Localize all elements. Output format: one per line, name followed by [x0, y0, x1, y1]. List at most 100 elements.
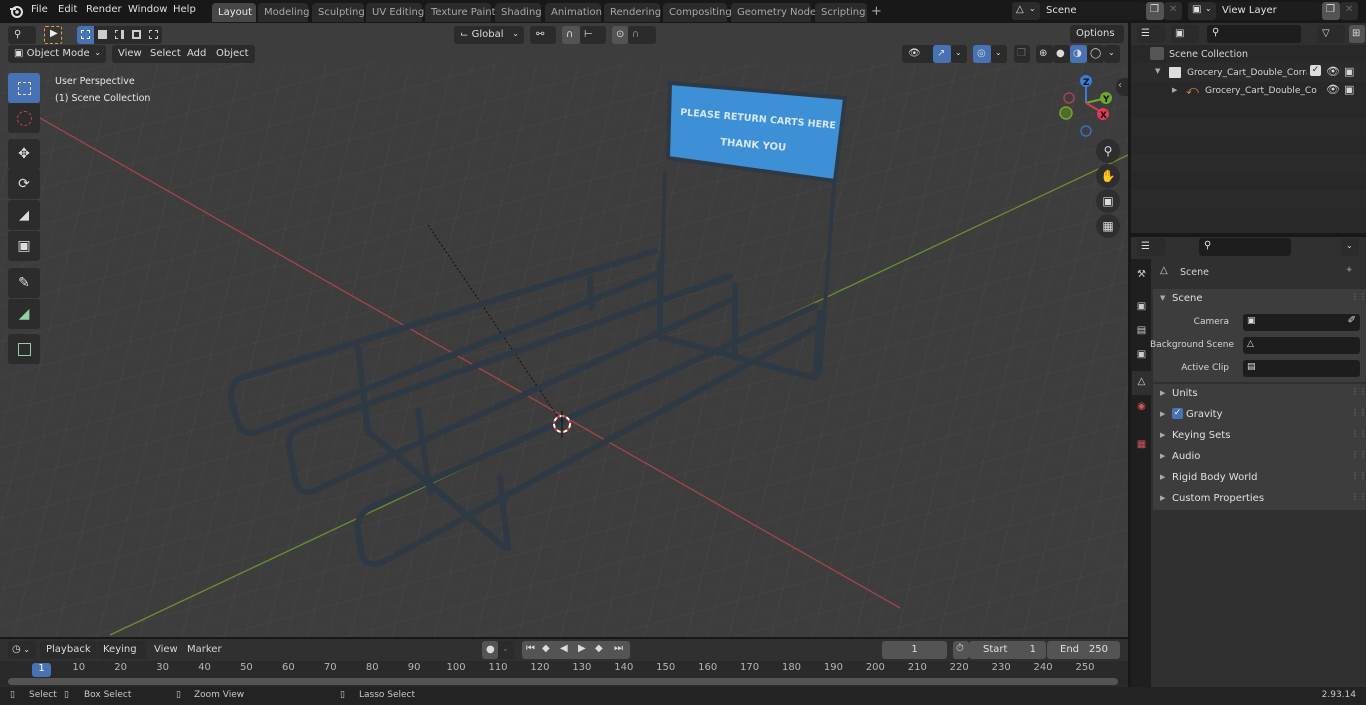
drag-handle-icon[interactable]: ⋮⋮ — [1351, 292, 1366, 301]
tab-texture-paint[interactable]: Texture Paint — [425, 3, 496, 22]
use-preview-range-toggle[interactable]: ⏱ — [953, 641, 969, 659]
jump-start-button[interactable]: ⏮ — [526, 643, 535, 654]
tab-geometry-nodes[interactable]: Geometry Nodes — [731, 3, 821, 22]
drag-handle-icon[interactable]: ⋮⋮ — [1351, 408, 1366, 417]
eye-icon[interactable]: 👁 — [1326, 65, 1340, 78]
outliner-row-object[interactable]: ▶ ⤺ Grocery_Cart_Double_Co 👁 ▣ — [1131, 82, 1366, 100]
tool-transform[interactable]: ▣ — [8, 231, 40, 261]
tool-annotate[interactable]: ✎ — [8, 268, 40, 298]
pin-icon[interactable]: ✦ — [1345, 265, 1353, 276]
area-divider[interactable] — [1128, 639, 1131, 687]
tool-add-cube[interactable] — [8, 334, 40, 364]
tab-uv-editing[interactable]: UV Editing — [366, 3, 424, 22]
shading-wireframe[interactable]: ⊕ — [1036, 45, 1053, 63]
tab-rendering[interactable]: Rendering — [604, 3, 661, 22]
outliner-row-scene-collection[interactable]: Scene Collection — [1131, 45, 1366, 63]
add-workspace-button[interactable]: + — [869, 3, 885, 22]
gizmo-toggle[interactable]: ↗ — [933, 45, 951, 63]
tab-view-layer[interactable]: ▣ — [1132, 345, 1151, 367]
play-reverse-button[interactable]: ◀ — [560, 643, 568, 654]
perspective-toggle-button[interactable]: ▦ — [1096, 214, 1120, 238]
tool-scale[interactable]: ◢ — [8, 200, 40, 230]
menu-marker[interactable]: Marker — [187, 644, 222, 655]
mode-dropdown[interactable]: ▣ Object Mode ⌄ — [8, 45, 106, 63]
outliner-search-input[interactable]: ⚲ — [1207, 25, 1301, 43]
view-layer-browse-button[interactable]: ▣ ⌄ — [1188, 2, 1216, 20]
tab-modeling[interactable]: Modeling — [258, 3, 310, 22]
drag-handle-icon[interactable]: ⋮⋮ — [1351, 450, 1366, 459]
gizmo-neg-y[interactable] — [1059, 106, 1073, 120]
menu-add[interactable]: Add — [181, 45, 213, 63]
drag-handle-icon[interactable]: ⋮⋮ — [1351, 387, 1366, 396]
tab-output[interactable]: ▤ — [1132, 321, 1151, 343]
start-frame-field[interactable]: Start 1 — [969, 641, 1046, 659]
transform-orientation-dropdown[interactable]: ⌙ Global ⌄ — [454, 26, 524, 44]
drag-handle-icon[interactable]: ⋮⋮ — [1351, 429, 1366, 438]
pan-view-button[interactable]: ✋ — [1096, 164, 1120, 188]
panel-scene-header[interactable]: ▼ Scene ⋮⋮ — [1153, 289, 1366, 310]
expand-triangle-icon[interactable]: ▶ — [1172, 86, 1177, 94]
navigation-gizmo[interactable]: Z Y X — [1055, 73, 1115, 138]
tab-compositing[interactable]: Compositing — [663, 3, 732, 22]
tab-scripting[interactable]: Scripting — [815, 3, 867, 22]
prev-keyframe-button[interactable]: ◆ — [542, 643, 550, 654]
filter-dropdown[interactable]: ▽ — [1317, 25, 1345, 43]
playback-dropdown[interactable]: Playback — [40, 641, 96, 659]
select-intersect-button[interactable] — [145, 26, 162, 44]
panel-rigid-body-world[interactable]: ▶ Rigid Body World ⋮⋮ — [1153, 468, 1366, 489]
delete-scene-button[interactable]: ✕ — [1164, 2, 1182, 20]
tab-world[interactable]: ◉ — [1132, 397, 1151, 419]
keying-dropdown[interactable]: Keying — [97, 641, 146, 659]
shading-solid[interactable]: ● — [1053, 45, 1070, 63]
overlay-dropdown[interactable]: ⌄ — [991, 45, 1007, 63]
pivot-point-dropdown[interactable]: ⚯ — [530, 26, 556, 44]
sidebar-toggle[interactable]: ‹ — [1116, 78, 1128, 96]
auto-keying-toggle[interactable]: ● — [482, 641, 498, 659]
timeline-scrollbar[interactable] — [8, 678, 1118, 685]
new-collection-button[interactable]: ⊞ — [1349, 25, 1365, 43]
options-dropdown[interactable]: Options — [1070, 25, 1124, 43]
select-subtract-button[interactable] — [111, 26, 128, 44]
camera-render-icon[interactable]: ▣ — [1344, 83, 1354, 96]
tweak-tool-button[interactable]: ▶ — [44, 26, 62, 44]
tab-tool[interactable]: ⚒ — [1132, 265, 1151, 287]
menu-view[interactable]: View — [112, 45, 148, 63]
blender-logo-icon[interactable] — [9, 4, 23, 18]
gizmo-dropdown[interactable]: ⌄ — [951, 45, 967, 63]
next-keyframe-button[interactable]: ◆ — [595, 643, 603, 654]
tab-animation[interactable]: Animation — [545, 3, 602, 22]
tool-measure[interactable]: ◢ — [8, 299, 40, 329]
outliner-editor-type[interactable]: ☰ — [1137, 25, 1165, 43]
camera-field[interactable]: ▣ ✐ — [1243, 314, 1360, 331]
panel-custom-properties[interactable]: ▶ Custom Properties ⋮⋮ — [1153, 489, 1366, 510]
camera-render-icon[interactable]: ▣ — [1344, 65, 1354, 78]
eyedropper-icon[interactable]: ✐ — [1348, 315, 1356, 326]
gizmo-neg-z[interactable] — [1080, 125, 1092, 137]
visibility-dropdown[interactable]: 👁 — [902, 45, 936, 63]
camera-view-button[interactable]: ▣ — [1096, 189, 1120, 213]
proportional-falloff-dropdown[interactable]: ∩ — [628, 26, 656, 44]
current-frame-field[interactable]: 1 — [882, 641, 947, 659]
tab-layout[interactable]: Layout — [212, 3, 256, 22]
outliner-row-collection[interactable]: ▼ Grocery_Cart_Double_Corral_ ✓ 👁 ▣ — [1131, 63, 1366, 82]
select-invert-button[interactable] — [128, 26, 145, 44]
exclude-checkbox[interactable]: ✓ — [1310, 65, 1321, 76]
shading-rendered[interactable]: ◯ — [1087, 45, 1104, 63]
panel-gravity[interactable]: ▶ ✓ Gravity ⋮⋮ — [1153, 405, 1366, 426]
menu-window[interactable]: Window — [128, 4, 167, 15]
menu-view[interactable]: View — [154, 644, 178, 655]
panel-units[interactable]: ▶ Units ⋮⋮ — [1153, 384, 1366, 405]
auto-keying-dropdown[interactable]: ⌄ — [498, 641, 514, 659]
3d-viewport[interactable]: PLEASE RETURN CARTS HERE THANK YOU ⚲ ⌄ ▶… — [0, 23, 1128, 637]
menu-render[interactable]: Render — [86, 4, 122, 15]
jump-end-button[interactable]: ⏭ — [614, 643, 623, 654]
active-clip-field[interactable]: ▤ — [1243, 360, 1360, 377]
tool-select-box[interactable] — [8, 73, 40, 103]
zoom-view-button[interactable]: ⚲ — [1096, 139, 1120, 163]
new-scene-button[interactable]: ❐ — [1146, 2, 1164, 20]
tab-scene[interactable]: △ — [1132, 371, 1151, 395]
menu-file[interactable]: File — [31, 4, 48, 15]
panel-audio[interactable]: ▶ Audio ⋮⋮ — [1153, 447, 1366, 468]
proportional-edit-toggle[interactable]: ⊙ — [612, 26, 628, 44]
properties-search-input[interactable]: ⚲ — [1199, 238, 1291, 256]
